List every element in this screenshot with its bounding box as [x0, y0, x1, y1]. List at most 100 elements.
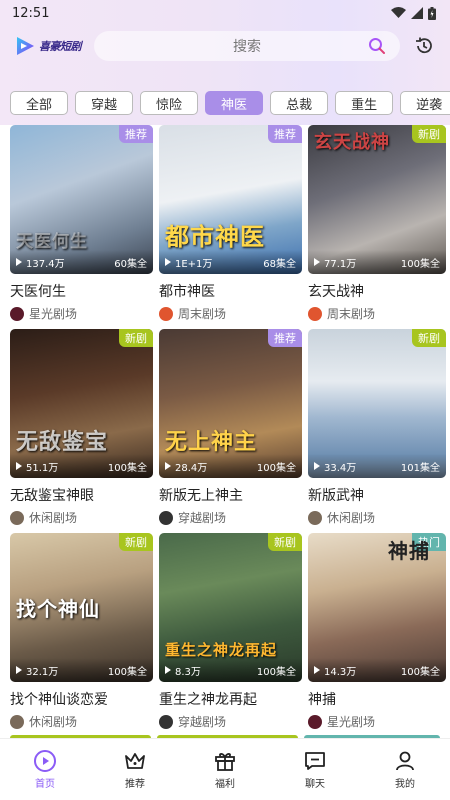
- category-tabs: 全部 穿越 惊险 神医 总裁 重生 逆袭: [10, 91, 450, 115]
- chat-icon: [305, 752, 325, 770]
- drama-title[interactable]: 玄天战神: [308, 281, 446, 301]
- view-count: 77.1万: [324, 258, 357, 270]
- drama-card[interactable]: 推荐 天医何生 137.4万 60集全 天医何生 星光剧场: [10, 125, 153, 329]
- view-count: 28.4万: [175, 462, 208, 474]
- channel-name: 休闲剧场: [327, 511, 376, 525]
- channel-avatar: [308, 714, 322, 729]
- drama-grid: 推荐 天医何生 137.4万 60集全 天医何生 星光剧场 推荐 都市神医 1E…: [10, 125, 446, 737]
- logo-play-icon: [17, 37, 34, 55]
- drama-poster[interactable]: 新剧 找个神仙 32.1万 100集全: [10, 533, 153, 682]
- episode-count: 60集全: [114, 258, 147, 270]
- search-bar[interactable]: 搜索: [94, 31, 400, 61]
- drama-poster[interactable]: 新剧 重生之神龙再起 8.3万 100集全: [159, 533, 302, 682]
- channel-name: 休闲剧场: [29, 715, 78, 729]
- drama-title[interactable]: 新版无上神主: [159, 485, 302, 505]
- drama-card[interactable]: 新剧 找个神仙 32.1万 100集全 找个神仙谈恋爱 休闲剧场: [10, 533, 153, 737]
- drama-card[interactable]: 新剧 33.4万 101集全 新版武神 休闲剧场: [308, 329, 446, 533]
- channel-avatar: [159, 714, 173, 729]
- tab-comeback[interactable]: 逆袭: [400, 91, 450, 115]
- view-count: 51.1万: [26, 462, 59, 474]
- channel-name: 星光剧场: [29, 307, 78, 321]
- drama-poster[interactable]: 新剧 玄天战神 77.1万 100集全: [308, 125, 446, 274]
- battery-icon: [428, 6, 436, 20]
- play-icon: [165, 258, 171, 266]
- drama-title[interactable]: 神捕: [308, 689, 446, 709]
- channel-name: 休闲剧场: [29, 511, 78, 525]
- channel-name: 周末剧场: [178, 307, 227, 321]
- view-count: 8.3万: [175, 666, 201, 678]
- tab-rebirth[interactable]: 重生: [335, 91, 394, 115]
- tab-time-travel[interactable]: 穿越: [75, 91, 134, 115]
- tab-divine-doctor[interactable]: 神医: [205, 91, 264, 115]
- play-icon: [165, 462, 171, 470]
- drama-title[interactable]: 无敌鉴宝神眼: [10, 485, 153, 505]
- tab-ceo[interactable]: 总裁: [270, 91, 329, 115]
- drama-title[interactable]: 天医何生: [10, 281, 153, 301]
- poster-stats: 1E+1万 68集全: [159, 250, 302, 274]
- poster-stats: 51.1万 100集全: [10, 454, 153, 478]
- poster-title-art: 玄天战神: [314, 132, 390, 153]
- episode-count: 100集全: [107, 666, 147, 678]
- episode-count: 100集全: [256, 666, 296, 678]
- drama-card[interactable]: 推荐 都市神医 1E+1万 68集全 都市神医 周末剧场: [159, 125, 302, 329]
- nav-profile[interactable]: 我的: [375, 749, 435, 790]
- drama-title[interactable]: 找个神仙谈恋爱: [10, 689, 153, 709]
- drama-title[interactable]: 都市神医: [159, 281, 302, 301]
- nav-label: 推荐: [125, 779, 145, 790]
- nav-label: 首页: [35, 779, 55, 790]
- tag-badge: 新剧: [268, 533, 302, 551]
- drama-card[interactable]: 推荐 无上神主 28.4万 100集全 新版无上神主 穿越剧场: [159, 329, 302, 533]
- drama-card[interactable]: 新剧 无敌鉴宝 51.1万 100集全 无敌鉴宝神眼 休闲剧场: [10, 329, 153, 533]
- channel-avatar: [10, 306, 24, 321]
- drama-card[interactable]: 新剧 重生之神龙再起 8.3万 100集全 重生之神龙再起 穿越剧场: [159, 533, 302, 737]
- logo-text: 喜豪短剧: [39, 40, 82, 53]
- drama-poster[interactable]: 新剧 33.4万 101集全: [308, 329, 446, 478]
- search-placeholder: 搜索: [233, 39, 261, 55]
- channel-avatar: [159, 306, 173, 321]
- nav-chat[interactable]: 聊天: [285, 749, 345, 790]
- nav-home[interactable]: 首页: [15, 749, 75, 790]
- drama-title[interactable]: 新版武神: [308, 485, 446, 505]
- drama-poster[interactable]: 推荐 都市神医 1E+1万 68集全: [159, 125, 302, 274]
- drama-poster[interactable]: 新剧 无敌鉴宝 51.1万 100集全: [10, 329, 153, 478]
- drama-channel: 周末剧场: [308, 305, 446, 322]
- episode-count: 100集全: [400, 666, 440, 678]
- tag-badge: 新剧: [412, 329, 446, 347]
- channel-avatar: [308, 510, 322, 525]
- drama-card[interactable]: 新剧 玄天战神 77.1万 100集全 玄天战神 周末剧场: [308, 125, 446, 329]
- search-icon[interactable]: [368, 37, 386, 55]
- user-icon: [396, 751, 414, 771]
- drama-channel: 休闲剧场: [10, 509, 153, 526]
- play-icon: [16, 666, 22, 674]
- episode-count: 101集全: [400, 462, 440, 474]
- drama-card[interactable]: 热门 神捕 14.3万 100集全 神捕 星光剧场: [308, 533, 446, 737]
- tag-badge: 推荐: [268, 329, 302, 347]
- play-icon: [314, 258, 320, 266]
- poster-title-art: 都市神医: [165, 223, 265, 251]
- status-icons: [391, 6, 436, 20]
- poster-stats: 137.4万 60集全: [10, 250, 153, 274]
- drama-poster[interactable]: 热门 神捕 14.3万 100集全: [308, 533, 446, 682]
- channel-avatar: [10, 714, 24, 729]
- nav-recommend[interactable]: 推荐: [105, 749, 165, 790]
- drama-poster[interactable]: 推荐 无上神主 28.4万 100集全: [159, 329, 302, 478]
- history-icon[interactable]: [414, 36, 434, 56]
- play-icon: [314, 462, 320, 470]
- drama-title[interactable]: 重生之神龙再起: [159, 689, 302, 709]
- tag-badge: 新剧: [119, 533, 153, 551]
- poster-title-art: 无上神主: [165, 430, 258, 455]
- wifi-icon: [391, 7, 406, 18]
- channel-name: 星光剧场: [327, 715, 376, 729]
- drama-channel: 星光剧场: [10, 305, 153, 322]
- episode-count: 100集全: [400, 258, 440, 270]
- app-header: 喜豪短剧 搜索: [0, 28, 450, 64]
- gift-icon: [215, 753, 235, 771]
- drama-poster[interactable]: 推荐 天医何生 137.4万 60集全: [10, 125, 153, 274]
- tab-thriller[interactable]: 惊险: [140, 91, 199, 115]
- play-icon: [16, 462, 22, 470]
- drama-channel: 周末剧场: [159, 305, 302, 322]
- drama-channel: 休闲剧场: [10, 713, 153, 730]
- channel-name: 穿越剧场: [178, 511, 227, 525]
- nav-rewards[interactable]: 福利: [195, 749, 255, 790]
- tab-all[interactable]: 全部: [10, 91, 69, 115]
